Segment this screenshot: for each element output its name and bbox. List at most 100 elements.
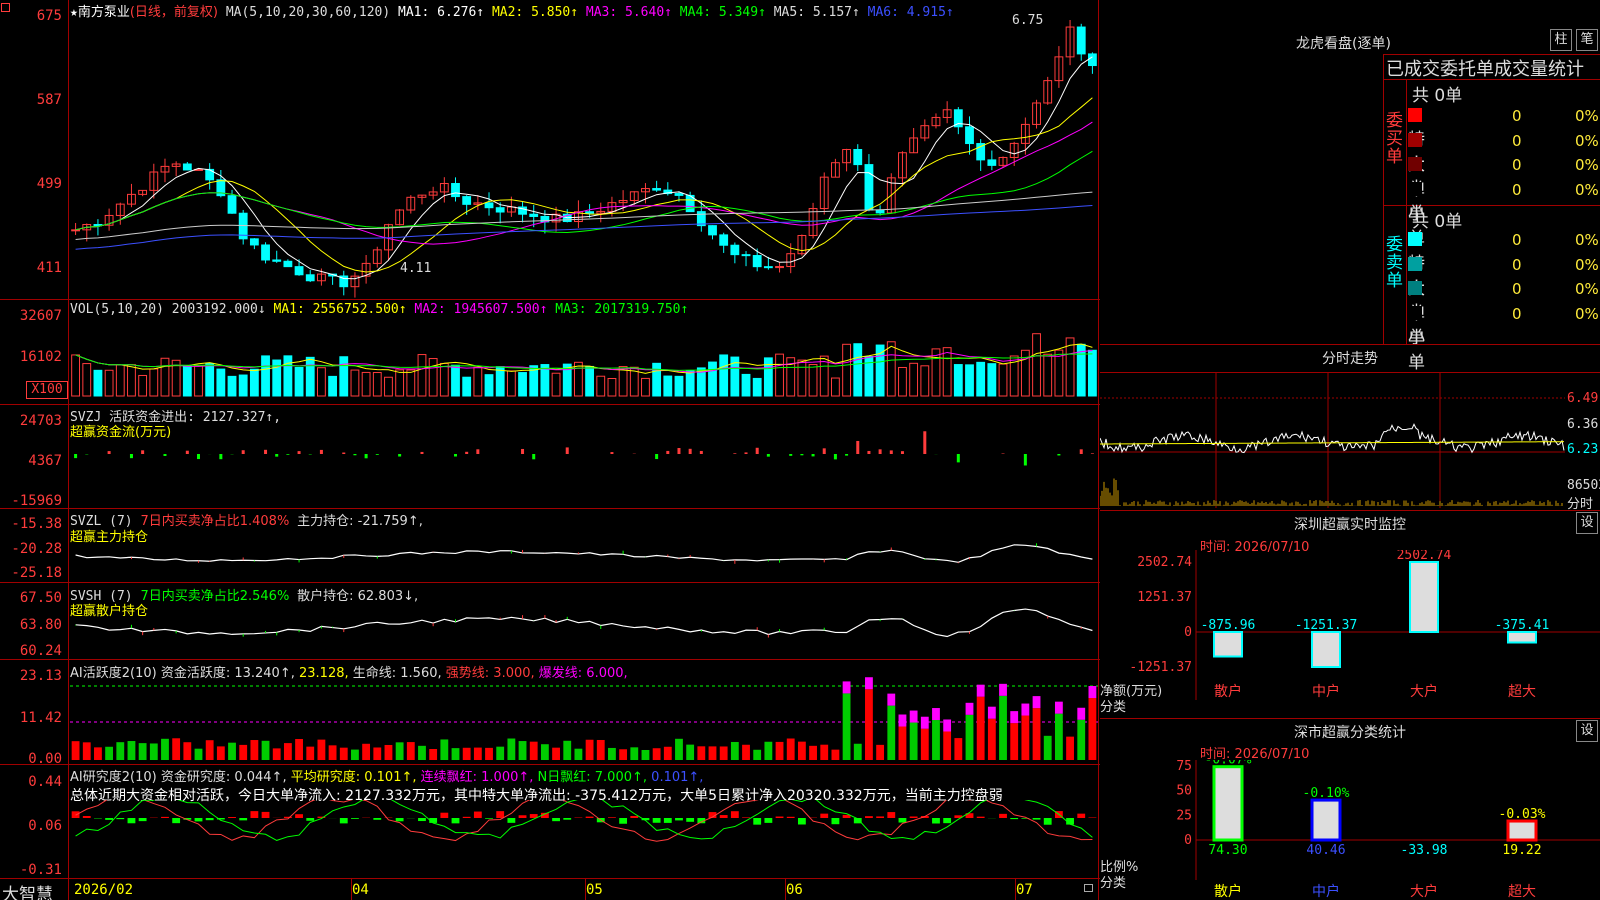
activity-bar: [887, 705, 896, 760]
research-bar: [1010, 818, 1019, 820]
activity-bar: [71, 741, 80, 760]
activity-bar: [797, 741, 806, 760]
activity-bar: [306, 746, 315, 760]
activity-bar: [987, 718, 996, 760]
flow-bar: [74, 454, 78, 459]
activity-bar: [675, 738, 683, 760]
flow-bar: [811, 454, 815, 457]
volume-bar: [238, 374, 248, 397]
volume-bar: [506, 370, 516, 397]
monitor-bar-label: -375.41: [1495, 618, 1550, 633]
research-bar: [250, 811, 259, 818]
research-bar: [976, 816, 985, 818]
classify-settings-button[interactable]: 设: [1576, 720, 1598, 742]
monitor-xlabel: 分类: [1100, 700, 1127, 715]
activity-bar: [496, 746, 505, 760]
monitor-bar: [1507, 631, 1537, 644]
monitor-axis-label: 0: [1184, 625, 1192, 640]
activity-bar: [853, 743, 862, 760]
low-marker: 4.11: [400, 261, 432, 276]
research-bar: [719, 815, 728, 818]
research-bar: [1043, 818, 1052, 825]
ma-legend-6: MA6: 4.915↑: [867, 5, 954, 20]
activity-bar: [596, 739, 605, 760]
research-bar: [373, 818, 382, 820]
monitor-axis-label: -1251.37: [1129, 660, 1192, 675]
volume-bar: [451, 364, 460, 397]
activity-bar: [820, 744, 829, 760]
activity-bar: [205, 740, 214, 760]
flow-bar: [454, 454, 457, 457]
vol-title: VOL(5,10,20): [70, 302, 164, 317]
research-bar: [753, 818, 762, 825]
volume-bar: [998, 363, 1008, 397]
activity-cap: [865, 677, 873, 690]
candle-body: [283, 260, 293, 268]
research-bar: [675, 818, 683, 821]
order-count: 0: [1512, 280, 1522, 298]
candle-body: [294, 266, 304, 276]
volume-bar: [585, 365, 594, 397]
flow-bar: [822, 448, 826, 454]
price-axis-label: 411: [36, 260, 62, 276]
svsh-axis-label: 67.50: [19, 590, 62, 606]
main-chart-area[interactable]: ★南方泵业(日线，前复权) MA(5,10,20,30,60,120) MA1:…: [0, 0, 1100, 900]
activity-bar: [485, 747, 493, 760]
research-bar: [652, 818, 661, 823]
activity-cap: [1010, 711, 1019, 724]
research-bar: [105, 818, 114, 820]
classify-category: 超大: [1508, 884, 1536, 900]
activity-bar: [708, 746, 717, 760]
candle-body: [227, 195, 237, 214]
activity-bar: [451, 748, 460, 760]
ai2-value6: 0.101↑,: [651, 770, 704, 785]
monitor-axis-label: 2502.74: [1137, 555, 1192, 570]
monitor-bar: [1311, 631, 1341, 668]
volume-bar: [1088, 349, 1097, 397]
activity-bar: [507, 738, 516, 760]
flow-bar: [655, 454, 659, 460]
flow-bar: [800, 454, 804, 456]
flow-bar: [889, 450, 893, 454]
corner-icon[interactable]: [1, 3, 10, 12]
volume-chart: [71, 333, 1097, 397]
tick-view-button[interactable]: 笔: [1576, 29, 1598, 51]
activity-bar: [909, 722, 918, 760]
volume-bar: [987, 363, 997, 397]
intraday-chart[interactable]: [1100, 372, 1565, 508]
activity-bar: [239, 744, 248, 760]
volume-bar: [283, 355, 293, 397]
divider: [0, 764, 1100, 765]
activity-bar: [786, 738, 795, 760]
flow-bar: [699, 450, 703, 454]
flow-bar: [900, 451, 904, 454]
candle-body: [752, 255, 762, 268]
activity-bar: [261, 740, 270, 760]
monitor-settings-button[interactable]: 设: [1576, 512, 1598, 534]
brand-logo[interactable]: 大智慧: [2, 880, 53, 900]
activity-bar: [730, 741, 739, 760]
favorite-star-icon[interactable]: ★: [70, 5, 78, 20]
order-stats-title: 已成交委托单成交量统计: [1386, 59, 1584, 80]
research-bar: [999, 813, 1007, 818]
lock-icon[interactable]: [1084, 884, 1093, 892]
activity-bar: [127, 741, 136, 760]
candlestick-chart[interactable]: [70, 20, 1098, 298]
activity-cap: [932, 708, 940, 721]
flow-bar: [666, 450, 670, 454]
activity-cap: [920, 716, 929, 729]
volume-bar: [618, 366, 628, 397]
volume-bar: [641, 377, 650, 397]
research-bar: [485, 818, 493, 819]
candle-body: [965, 126, 974, 145]
volume-bar: [1032, 333, 1041, 397]
flow-bar: [789, 454, 793, 456]
order-color-swatch: [1408, 281, 1422, 295]
candle-body: [261, 244, 270, 261]
volume-bar: [82, 363, 92, 397]
kline-mode[interactable]: (日线，前复权): [130, 5, 218, 20]
svzl-ratio: 7日内买卖净占比1.408%: [140, 514, 290, 529]
ai2-consecutive: 连续飘红: 1.000↑,: [420, 770, 534, 785]
bar-view-button[interactable]: 柱: [1550, 29, 1572, 51]
date-label: 05: [586, 882, 603, 898]
